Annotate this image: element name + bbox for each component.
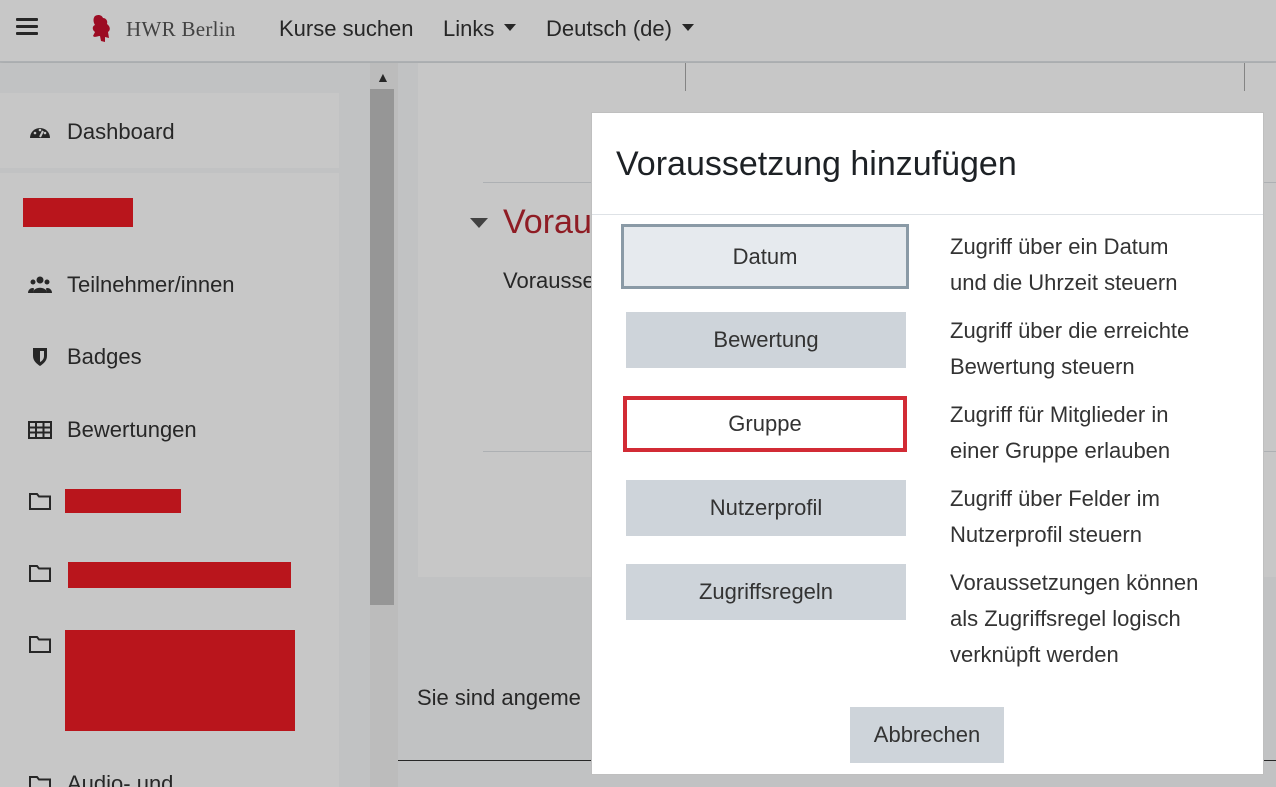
restriction-grade-description: Zugriff über die erreichte Bewertung ste… <box>950 318 1190 379</box>
restriction-group-description: Zugriff für Mitglieder in einer Gruppe e… <box>950 402 1171 463</box>
restriction-grade-button[interactable]: Bewertung <box>626 312 906 368</box>
restriction-date-description: Zugriff über ein Datum und die Uhrzeit s… <box>950 234 1178 295</box>
restriction-profile-button[interactable]: Nutzerprofil <box>626 480 906 536</box>
dialog-title: Voraussetzung hinzufügen <box>616 145 1017 183</box>
add-restriction-dialog: Voraussetzung hinzufügen Datum Zugriff ü… <box>591 112 1264 775</box>
cancel-button[interactable]: Abbrechen <box>850 707 1004 763</box>
dialog-header-divider <box>592 214 1263 215</box>
restriction-date-button[interactable]: Datum <box>621 224 909 289</box>
restriction-set-description: Voraussetzungen können als Zugriffsregel… <box>950 570 1199 667</box>
restriction-set-button[interactable]: Zugriffsregeln <box>626 564 906 620</box>
restriction-group-button[interactable]: Gruppe <box>623 396 907 452</box>
restriction-profile-description: Zugriff über Felder im Nutzerprofil steu… <box>950 486 1160 547</box>
